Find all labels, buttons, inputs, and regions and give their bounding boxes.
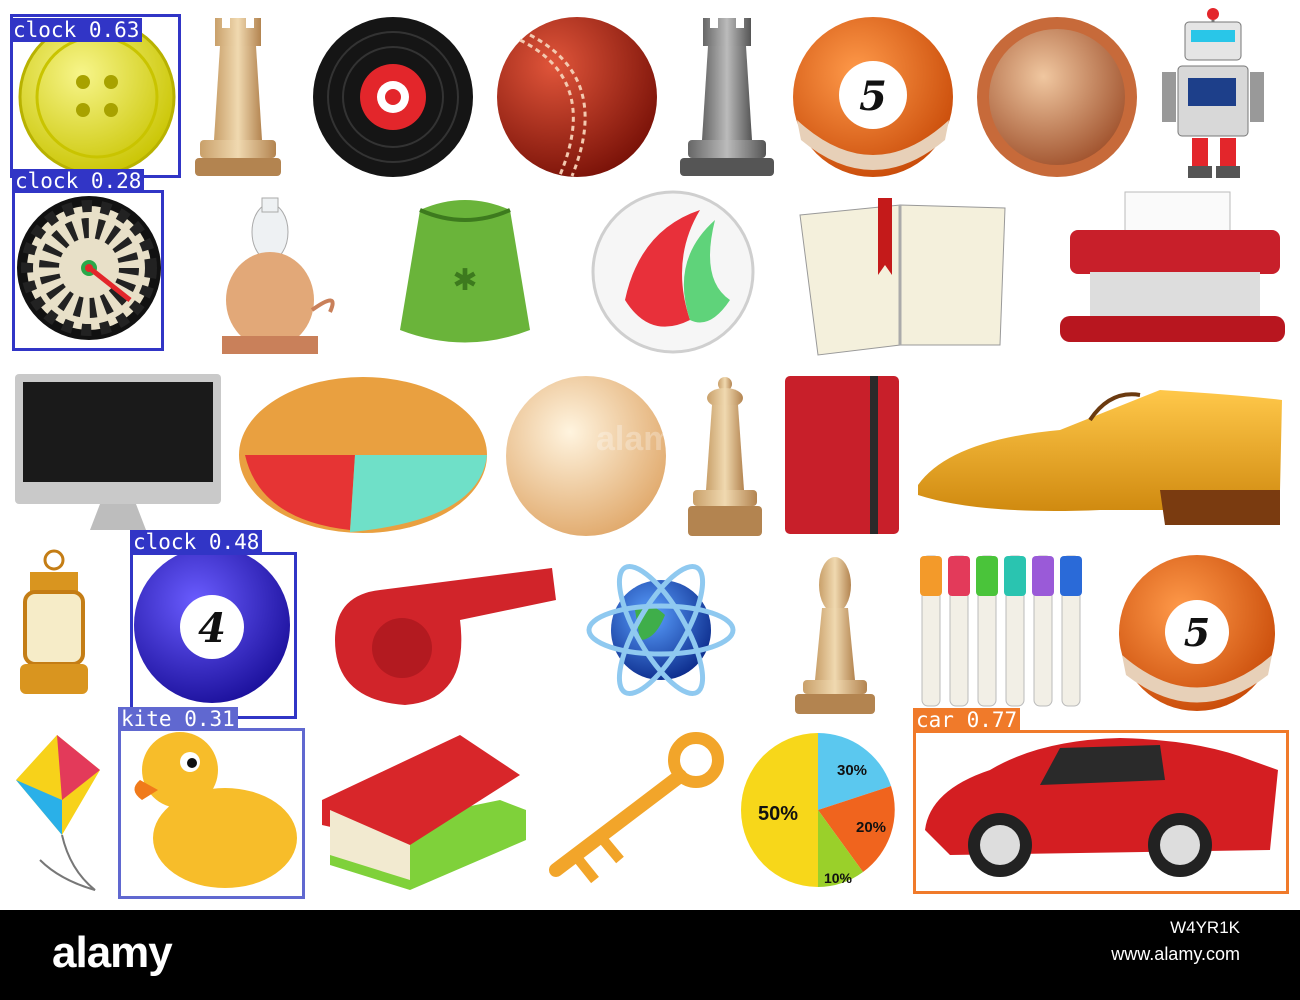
website-link[interactable]: www.alamy.com [1111, 944, 1240, 965]
grey-rook-object [680, 18, 774, 176]
vinyl-record-object [313, 17, 473, 177]
billiard-ball-five-object: 5 [793, 17, 953, 177]
globe-atom-object [586, 564, 736, 696]
image-id: W4YR1K [1170, 918, 1240, 937]
oil-lamp-object [222, 197, 335, 354]
detection-label: clock 0.63 [10, 18, 143, 42]
pie-label: 30% [837, 762, 867, 779]
lantern-object [20, 549, 88, 694]
percent-pie-chart-object: 50% 30% 20% 10% [741, 733, 895, 887]
computer-monitor-object [15, 374, 221, 530]
detection-label: kite 0.31 [118, 707, 238, 731]
ball-number: 5 [1184, 610, 1210, 655]
chess-queen-object [688, 377, 762, 536]
detection-box-kite: kite 0.31 [118, 707, 305, 899]
detection-label: clock 0.48 [130, 530, 263, 554]
pie-label: 50% [758, 803, 798, 825]
toy-robot-object [1162, 8, 1264, 178]
copper-coin-object [977, 17, 1137, 177]
red-journal-object [785, 376, 899, 534]
glass-marble-object [591, 190, 755, 354]
green-pouch-object: ✱ [400, 200, 530, 343]
watermark-text: alamy [596, 420, 692, 458]
pie-label: 20% [856, 819, 886, 836]
detection-box-clock: clock 0.28 [12, 169, 164, 351]
marker-pens-object [920, 555, 1082, 707]
stock-footer: alamy W4YR1K www.alamy.com [0, 910, 1300, 1000]
detection-label: car 0.77 [913, 708, 1021, 732]
open-notebook-object [799, 198, 1006, 356]
leather-shoe-object [918, 390, 1282, 525]
detection-box-car: car 0.77 [913, 708, 1289, 894]
cricket-ball-object [497, 17, 657, 177]
billiard-ball-five-object: 5 [1119, 555, 1275, 711]
brand-logo: alamy [52, 928, 173, 977]
pie-chart-object [239, 377, 487, 533]
chess-bishop-object [795, 557, 875, 714]
golden-key-object [549, 732, 724, 884]
svg-text:✱: ✱ [452, 263, 477, 298]
ball-number: 5 [859, 73, 887, 120]
typewriter-object [1060, 191, 1285, 342]
pie-label: 10% [824, 870, 853, 886]
detection-box-clock: clock 0.48 [130, 530, 297, 719]
detection-label: clock 0.28 [12, 169, 145, 193]
wooden-rook-object [195, 18, 281, 176]
detection-box-clock: clock 0.63 [10, 14, 181, 178]
stacked-books-object [322, 735, 526, 890]
kite-object [16, 735, 100, 891]
whistle-object [335, 568, 556, 705]
